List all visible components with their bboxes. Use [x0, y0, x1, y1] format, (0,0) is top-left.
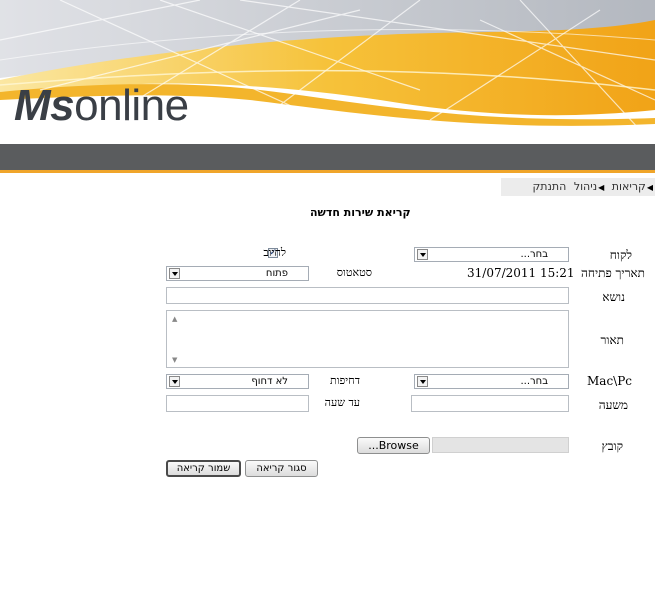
- open-date-value: 31/07/2011 15:21: [467, 266, 575, 280]
- customer-select[interactable]: בחר...: [414, 247, 569, 262]
- to-hour-input[interactable]: [166, 395, 309, 412]
- macpc-label: Mac\Pc: [587, 374, 632, 388]
- chevron-down-icon[interactable]: [417, 249, 428, 260]
- status-label: סטאטוס: [336, 266, 372, 279]
- nav-arrow-icon: ◀: [646, 183, 653, 192]
- app-logo: Msonline: [14, 84, 189, 128]
- chevron-down-icon[interactable]: [169, 376, 180, 387]
- logo-bold: Ms: [14, 81, 75, 130]
- scroll-up-icon[interactable]: ▲: [172, 315, 177, 323]
- customer-label: לקוח: [609, 248, 632, 262]
- browse-button[interactable]: Browse...: [357, 437, 430, 454]
- nav-arrow-icon: ◀: [598, 183, 605, 192]
- header-accent-line: [0, 170, 655, 173]
- chevron-down-icon[interactable]: [169, 268, 180, 279]
- close-call-button[interactable]: סגור קריאה: [245, 460, 318, 477]
- nav-item-logout[interactable]: התנתק: [532, 180, 566, 193]
- status-select[interactable]: פתוח: [166, 266, 309, 281]
- urgency-select-value: לא דחוף: [251, 376, 288, 387]
- nav-item-calls[interactable]: קריאות: [612, 180, 646, 193]
- page-title: קריאת שירות חדשה: [310, 206, 411, 219]
- save-call-button[interactable]: שמור קריאה: [166, 460, 241, 477]
- logo-rest: online: [74, 81, 189, 130]
- description-textarea[interactable]: ▲ ▼: [166, 310, 569, 368]
- open-date-label: תאריך פתיחה: [580, 266, 645, 280]
- macpc-select-value: בחר...: [520, 376, 549, 387]
- urgency-select[interactable]: לא דחוף: [166, 374, 309, 389]
- subject-label: נושא: [602, 290, 625, 304]
- header-banner: Msonline: [0, 0, 655, 144]
- nav-bar: ◀קריאות ◀ניהול התנתק: [501, 178, 655, 196]
- chevron-down-icon[interactable]: [417, 376, 428, 387]
- customer-select-value: בחר...: [520, 249, 549, 260]
- from-hour-label: משעה: [598, 398, 628, 412]
- header-dark-bar: [0, 144, 655, 170]
- description-label: תאור: [600, 333, 624, 347]
- subject-input[interactable]: [166, 287, 569, 304]
- file-label: קובץ: [601, 439, 623, 453]
- urgency-label: דחיפות: [330, 374, 360, 387]
- macpc-select[interactable]: בחר...: [414, 374, 569, 389]
- status-select-value: פתוח: [265, 268, 288, 279]
- nav-item-manage[interactable]: ניהול: [574, 180, 597, 193]
- scroll-down-icon[interactable]: ▼: [172, 356, 177, 364]
- to-hour-label: עד שעה: [324, 396, 360, 409]
- from-hour-input[interactable]: [411, 395, 569, 412]
- charge-label: לחיוב: [263, 246, 286, 259]
- file-path-field[interactable]: [432, 437, 569, 453]
